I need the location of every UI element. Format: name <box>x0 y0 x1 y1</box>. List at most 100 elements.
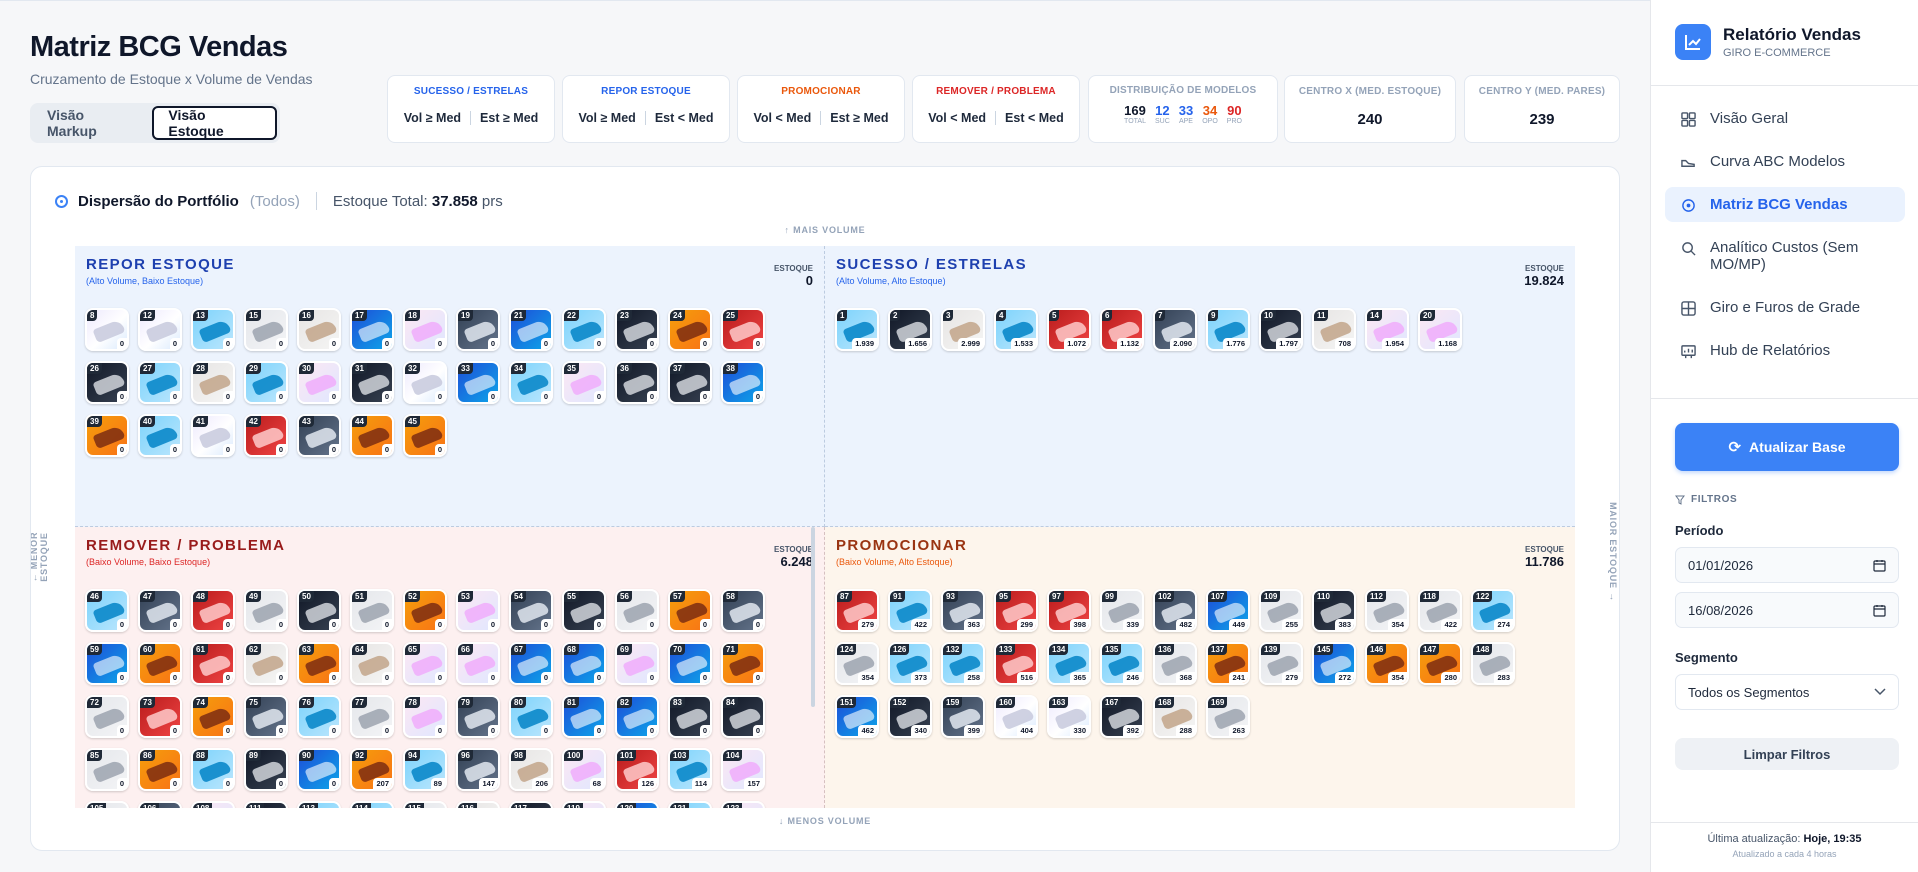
product-tile[interactable]: 98 206 <box>509 748 553 791</box>
product-tile[interactable]: 104 157 <box>721 748 765 791</box>
product-tile[interactable]: 12 0 <box>138 308 182 351</box>
product-tile[interactable]: 103 114 <box>668 748 712 791</box>
product-tile[interactable]: 1170 <box>509 801 553 808</box>
product-tile[interactable]: 101 126 <box>615 748 659 791</box>
product-tile[interactable]: 57 0 <box>668 589 712 632</box>
product-tile[interactable]: 11 708 <box>1312 308 1356 351</box>
product-tile[interactable]: 1140 <box>350 801 394 808</box>
product-tile[interactable]: 83 0 <box>668 695 712 738</box>
product-tile[interactable]: 64 0 <box>350 642 394 685</box>
product-tile[interactable]: 84 0 <box>721 695 765 738</box>
product-tile[interactable]: 107 449 <box>1206 589 1250 632</box>
product-tile[interactable]: 1130 <box>297 801 341 808</box>
product-tile[interactable]: 99 339 <box>1100 589 1144 632</box>
product-tile[interactable]: 63 0 <box>297 642 341 685</box>
product-tile[interactable]: 19 0 <box>456 308 500 351</box>
product-tile[interactable]: 76 0 <box>297 695 341 738</box>
product-tile[interactable]: 35 0 <box>562 361 606 404</box>
product-tile[interactable]: 1160 <box>456 801 500 808</box>
product-tile[interactable]: 18 0 <box>403 308 447 351</box>
product-tile[interactable]: 124 354 <box>835 642 879 685</box>
product-tile[interactable]: 40 0 <box>138 414 182 457</box>
product-tile[interactable]: 3 2.999 <box>941 308 985 351</box>
product-tile[interactable]: 102 482 <box>1153 589 1197 632</box>
product-tile[interactable]: 31 0 <box>350 361 394 404</box>
product-tile[interactable]: 89 0 <box>244 748 288 791</box>
product-tile[interactable]: 1 1.939 <box>835 308 879 351</box>
product-tile[interactable]: 96 147 <box>456 748 500 791</box>
product-tile[interactable]: 29 0 <box>244 361 288 404</box>
product-tile[interactable]: 1230 <box>721 801 765 808</box>
product-tile[interactable]: 51 0 <box>350 589 394 632</box>
clear-filters-button[interactable]: Limpar Filtros <box>1675 738 1899 770</box>
product-tile[interactable]: 34 0 <box>509 361 553 404</box>
product-tile[interactable]: 14 1.954 <box>1365 308 1409 351</box>
product-tile[interactable]: 47 0 <box>138 589 182 632</box>
product-tile[interactable]: 94 89 <box>403 748 447 791</box>
product-tile[interactable]: 33 0 <box>456 361 500 404</box>
product-tile[interactable]: 146 354 <box>1365 642 1409 685</box>
product-tile[interactable]: 49 0 <box>244 589 288 632</box>
product-tile[interactable]: 50 0 <box>297 589 341 632</box>
product-tile[interactable]: 90 0 <box>297 748 341 791</box>
product-tile[interactable]: 2 1.656 <box>888 308 932 351</box>
product-tile[interactable]: 163 330 <box>1047 695 1091 738</box>
product-tile[interactable]: 17 0 <box>350 308 394 351</box>
product-tile[interactable]: 60 0 <box>138 642 182 685</box>
product-tile[interactable]: 32 0 <box>403 361 447 404</box>
product-tile[interactable]: 65 0 <box>403 642 447 685</box>
product-tile[interactable]: 93 363 <box>941 589 985 632</box>
product-tile[interactable]: 77 0 <box>350 695 394 738</box>
product-tile[interactable]: 75 0 <box>244 695 288 738</box>
product-tile[interactable]: 133 516 <box>994 642 1038 685</box>
product-tile[interactable]: 97 398 <box>1047 589 1091 632</box>
product-tile[interactable]: 151 462 <box>835 695 879 738</box>
product-tile[interactable]: 42 0 <box>244 414 288 457</box>
product-tile[interactable]: 52 0 <box>403 589 447 632</box>
product-tile[interactable]: 168 288 <box>1153 695 1197 738</box>
product-tile[interactable]: 28 0 <box>191 361 235 404</box>
product-tile[interactable]: 46 0 <box>85 589 129 632</box>
product-tile[interactable]: 80 <box>85 308 129 351</box>
product-tile[interactable]: 21 0 <box>509 308 553 351</box>
product-tile[interactable]: 20 1.168 <box>1418 308 1462 351</box>
product-tile[interactable]: 135 246 <box>1100 642 1144 685</box>
product-tile[interactable]: 71 0 <box>721 642 765 685</box>
product-tile[interactable]: 148 283 <box>1471 642 1515 685</box>
product-tile[interactable]: 1060 <box>138 801 182 808</box>
product-tile[interactable]: 27 0 <box>138 361 182 404</box>
product-tile[interactable]: 4 1.533 <box>994 308 1038 351</box>
product-tile[interactable]: 6 1.132 <box>1100 308 1144 351</box>
nav-item-matriz-bcg[interactable]: Matriz BCG Vendas <box>1665 187 1905 222</box>
product-tile[interactable]: 1080 <box>191 801 235 808</box>
product-tile[interactable]: 5 1.072 <box>1047 308 1091 351</box>
product-tile[interactable]: 39 0 <box>85 414 129 457</box>
product-tile[interactable]: 45 0 <box>403 414 447 457</box>
product-tile[interactable]: 22 0 <box>562 308 606 351</box>
product-tile[interactable]: 159 399 <box>941 695 985 738</box>
product-tile[interactable]: 1210 <box>668 801 712 808</box>
product-tile[interactable]: 41 0 <box>191 414 235 457</box>
update-base-button[interactable]: ⟳ Atualizar Base <box>1675 423 1899 471</box>
product-tile[interactable]: 112 354 <box>1365 589 1409 632</box>
nav-item-visao-geral[interactable]: Visão Geral <box>1665 101 1905 136</box>
date-to-input[interactable]: 16/08/2026 <box>1675 592 1899 628</box>
product-tile[interactable]: 48 0 <box>191 589 235 632</box>
product-tile[interactable]: 73 0 <box>138 695 182 738</box>
product-tile[interactable]: 136 368 <box>1153 642 1197 685</box>
nav-item-giro-furos[interactable]: Giro e Furos de Grade <box>1665 290 1905 325</box>
product-tile[interactable]: 1150 <box>403 801 447 808</box>
product-tile[interactable]: 145 272 <box>1312 642 1356 685</box>
product-tile[interactable]: 169 263 <box>1206 695 1250 738</box>
product-tile[interactable]: 79 0 <box>456 695 500 738</box>
product-tile[interactable]: 137 241 <box>1206 642 1250 685</box>
product-tile[interactable]: 1200 <box>615 801 659 808</box>
product-tile[interactable]: 82 0 <box>615 695 659 738</box>
product-tile[interactable]: 1050 <box>85 801 129 808</box>
product-tile[interactable]: 1190 <box>562 801 606 808</box>
product-tile[interactable]: 44 0 <box>350 414 394 457</box>
product-tile[interactable]: 66 0 <box>456 642 500 685</box>
product-tile[interactable]: 134 365 <box>1047 642 1091 685</box>
product-tile[interactable]: 10 1.797 <box>1259 308 1303 351</box>
product-tile[interactable]: 147 280 <box>1418 642 1462 685</box>
